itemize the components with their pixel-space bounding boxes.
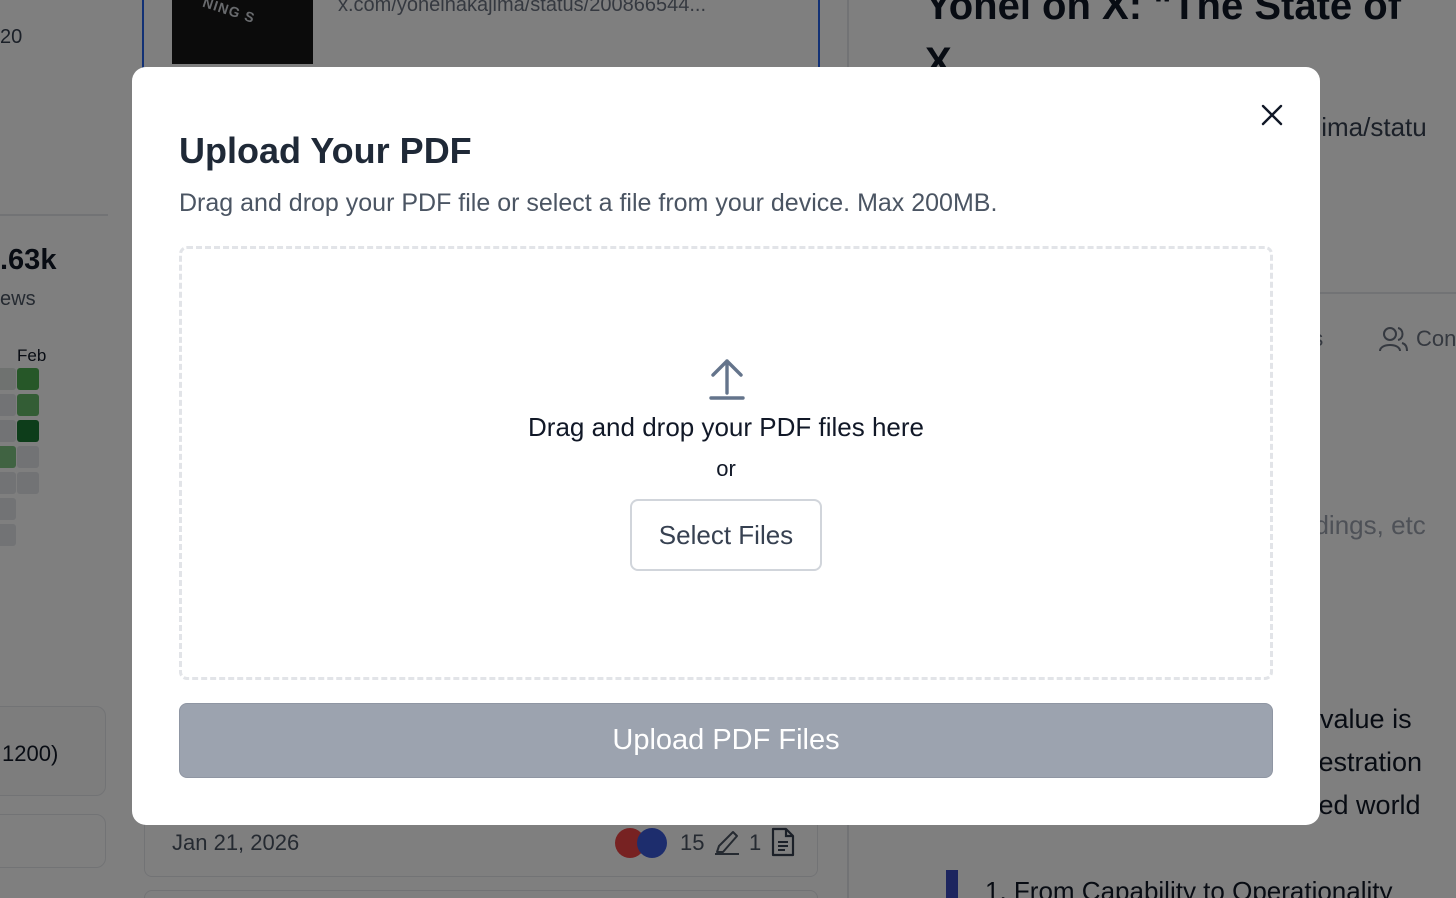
close-button[interactable] <box>1254 97 1290 133</box>
select-files-button[interactable]: Select Files <box>630 499 822 571</box>
dropzone-instruction: Drag and drop your PDF files here <box>528 412 924 442</box>
modal-description: Drag and drop your PDF file or select a … <box>179 189 998 217</box>
upload-pdf-files-button[interactable]: Upload PDF Files <box>179 703 1273 778</box>
upload-arrow-icon <box>709 359 745 400</box>
close-icon <box>1261 104 1283 126</box>
modal-title: Upload Your PDF <box>179 130 472 171</box>
upload-pdf-modal: Upload Your PDF Drag and drop your PDF f… <box>132 67 1320 825</box>
or-separator: or <box>716 456 736 481</box>
